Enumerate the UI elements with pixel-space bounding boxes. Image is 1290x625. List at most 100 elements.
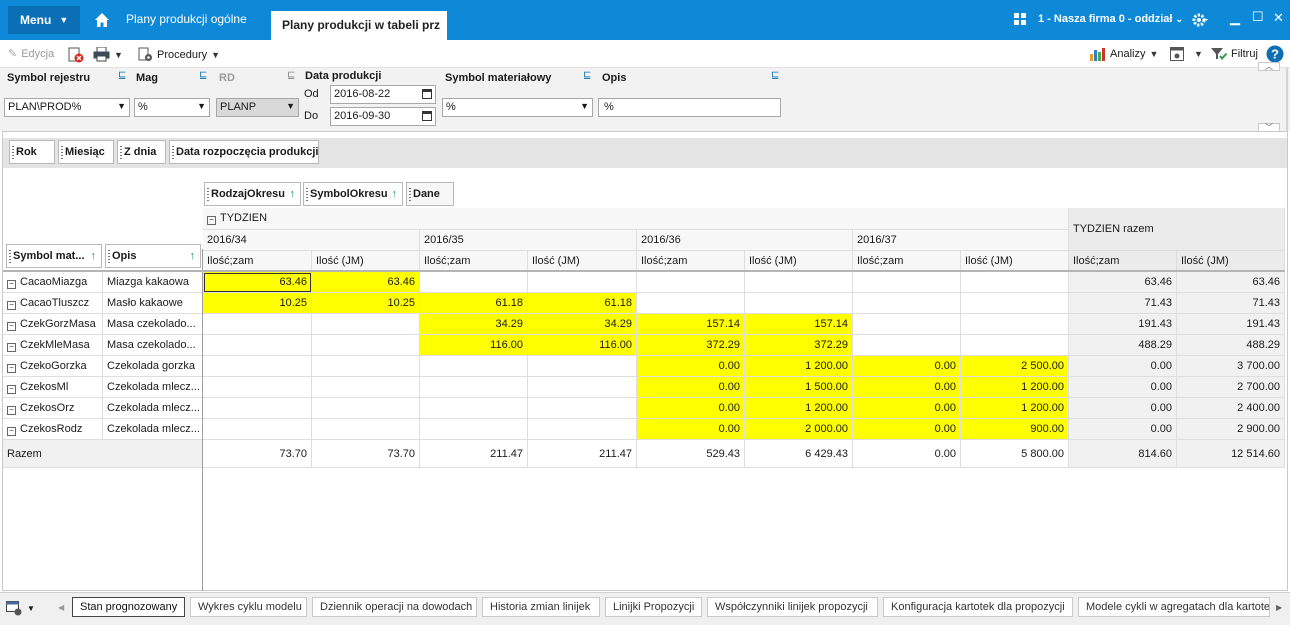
print-button[interactable]: ▼	[93, 47, 123, 62]
apps-grid-icon[interactable]	[1014, 13, 1026, 25]
calendar-icon[interactable]	[422, 111, 432, 121]
tab-plany-w-tabeli[interactable]: Plany produkcji w tabeli prz	[271, 11, 447, 40]
data-cell[interactable]	[745, 293, 853, 314]
data-cell[interactable]	[312, 356, 420, 377]
total-cell[interactable]: 191.43	[1069, 314, 1177, 335]
data-cell[interactable]: 900.00	[961, 419, 1069, 440]
grand-total-cell[interactable]: 73.70	[203, 440, 312, 468]
total-cell[interactable]: 0.00	[1069, 377, 1177, 398]
row-header-symbol[interactable]: − CzekMleMasa	[3, 335, 103, 356]
row-header-symbol[interactable]: − CzekosMl	[3, 377, 103, 398]
filter-options-icon[interactable]: ⊑	[118, 70, 126, 81]
chip-rok[interactable]: Rok	[9, 140, 55, 164]
period-header-3[interactable]: 2016/37	[853, 230, 1069, 251]
chip-opis[interactable]: Opis ↑	[105, 244, 201, 268]
data-cell[interactable]	[853, 314, 961, 335]
data-cell[interactable]: 0.00	[853, 356, 961, 377]
filter-options-icon[interactable]: ⊑	[199, 70, 207, 81]
collapse-icon[interactable]: −	[7, 343, 16, 352]
measure-header-ilosc-jm[interactable]: Ilość (JM)	[745, 251, 853, 272]
measure-header-ilosc-zam[interactable]: Ilość;zam	[637, 251, 745, 272]
data-cell[interactable]	[528, 419, 637, 440]
help-icon[interactable]: ?	[1266, 45, 1284, 63]
total-cell[interactable]: 2 400.00	[1177, 398, 1285, 419]
edit-button[interactable]: ✎ Edycja	[8, 47, 54, 61]
collapse-icon[interactable]: −	[7, 385, 16, 394]
data-cell[interactable]	[528, 377, 637, 398]
data-cell[interactable]	[420, 419, 528, 440]
gear-icon[interactable]	[1192, 12, 1208, 28]
scroll-right-icon[interactable]: ▶	[1276, 603, 1282, 612]
analytics-button[interactable]: Analizy ▼	[1090, 47, 1158, 61]
close-icon[interactable]: ✕	[1273, 10, 1284, 26]
total-cell[interactable]: 2 700.00	[1177, 377, 1285, 398]
date-from-input[interactable]: 2016-08-22	[330, 85, 436, 104]
minimize-icon[interactable]: ▁	[1230, 10, 1240, 26]
home-icon[interactable]	[92, 10, 112, 30]
grand-total-cell[interactable]: 529.43	[637, 440, 745, 468]
measure-header-ilosc-jm[interactable]: Ilość (JM)	[312, 251, 420, 272]
maximize-icon[interactable]: ☐	[1252, 9, 1264, 25]
chip-data-rozpoczecia[interactable]: Data rozpoczęcia produkcji	[169, 140, 319, 164]
bottom-tab-4[interactable]: Linijki Propozycji	[605, 597, 702, 617]
measure-header-ilosc-zam[interactable]: Ilość;zam	[420, 251, 528, 272]
period-header-2[interactable]: 2016/36	[637, 230, 853, 251]
data-cell[interactable]: 157.14	[745, 314, 853, 335]
data-cell[interactable]	[203, 314, 312, 335]
bottom-tab-3[interactable]: Historia zmian linijek	[482, 597, 600, 617]
measure-header-ilosc-zam[interactable]: Ilość;zam	[203, 251, 312, 272]
data-cell[interactable]: 34.29	[528, 314, 637, 335]
tab-plany-ogolne[interactable]: Plany produkcji ogólne	[126, 12, 247, 26]
data-cell[interactable]	[528, 356, 637, 377]
data-cell[interactable]	[853, 272, 961, 293]
chip-symbol-okresu[interactable]: SymbolOkresu ↑	[303, 182, 403, 206]
total-cell[interactable]: 488.29	[1177, 335, 1285, 356]
collapse-icon[interactable]: −	[7, 406, 16, 415]
collapse-icon[interactable]: −	[7, 364, 16, 373]
view-switch-icon[interactable]	[6, 601, 24, 617]
data-cell[interactable]: 2 000.00	[745, 419, 853, 440]
data-cell[interactable]: 2 500.00	[961, 356, 1069, 377]
grand-total-cell[interactable]: 73.70	[312, 440, 420, 468]
grand-total-cell[interactable]: 6 429.43	[745, 440, 853, 468]
data-cell[interactable]	[853, 293, 961, 314]
symbol-materialowy-select[interactable]: % ▼	[442, 98, 593, 117]
data-cell[interactable]: 116.00	[528, 335, 637, 356]
chevron-down-icon[interactable]: ▼	[27, 604, 35, 613]
measure-header-ilosc-jm[interactable]: Ilość (JM)	[1177, 251, 1285, 272]
opis-input[interactable]: %	[598, 98, 781, 117]
total-cell[interactable]: 191.43	[1177, 314, 1285, 335]
data-cell[interactable]: 10.25	[312, 293, 420, 314]
data-cell[interactable]	[637, 272, 745, 293]
data-cell[interactable]: 0.00	[853, 419, 961, 440]
grand-total-cell[interactable]: 211.47	[528, 440, 637, 468]
period-header-1[interactable]: 2016/35	[420, 230, 637, 251]
data-cell[interactable]	[961, 272, 1069, 293]
total-cell[interactable]: 0.00	[1069, 419, 1177, 440]
total-cell[interactable]: 71.43	[1177, 293, 1285, 314]
data-cell[interactable]	[961, 335, 1069, 356]
data-cell[interactable]	[312, 314, 420, 335]
data-cell[interactable]	[312, 377, 420, 398]
data-cell[interactable]	[203, 419, 312, 440]
collapse-icon[interactable]: −	[207, 216, 216, 225]
data-cell[interactable]: 372.29	[745, 335, 853, 356]
data-cell[interactable]: 0.00	[853, 398, 961, 419]
data-cell[interactable]: 63.46	[203, 272, 312, 293]
data-cell[interactable]	[961, 314, 1069, 335]
data-cell[interactable]	[745, 272, 853, 293]
measure-header-ilosc-jm[interactable]: Ilość (JM)	[961, 251, 1069, 272]
row-header-symbol[interactable]: − CzekosOrz	[3, 398, 103, 419]
data-cell[interactable]: 0.00	[637, 419, 745, 440]
total-cell[interactable]: 63.46	[1069, 272, 1177, 293]
collapse-icon[interactable]: −	[7, 322, 16, 331]
data-cell[interactable]: 34.29	[420, 314, 528, 335]
data-cell[interactable]: 0.00	[637, 377, 745, 398]
data-cell[interactable]	[528, 272, 637, 293]
data-cell[interactable]: 1 200.00	[961, 377, 1069, 398]
chip-symbol-mat[interactable]: Symbol mat... ↑	[6, 244, 102, 268]
data-cell[interactable]	[203, 398, 312, 419]
data-cell[interactable]	[420, 377, 528, 398]
bottom-tab-0[interactable]: Stan prognozowany	[72, 597, 185, 617]
filter-button[interactable]: Filtruj	[1211, 47, 1258, 61]
